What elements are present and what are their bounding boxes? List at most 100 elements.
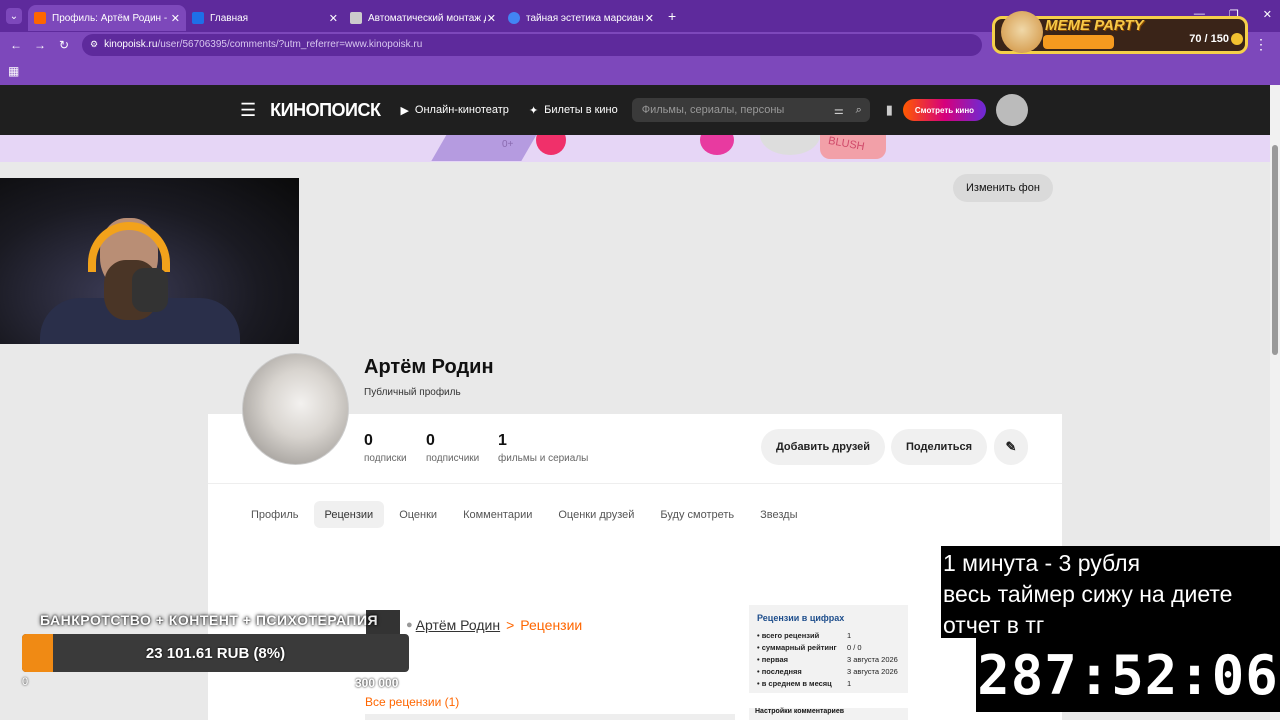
review-stats-title: Рецензии в цифрах: [757, 613, 845, 623]
timer-rules-box: 1 минута - 3 рубля весь таймер сижу на д…: [941, 546, 1280, 638]
browser-tab-3[interactable]: Автоматический монтаж для видео ✕: [344, 5, 502, 31]
app-favicon-icon: [350, 12, 362, 24]
tab-profile[interactable]: Профиль: [240, 501, 310, 528]
search-placeholder: Фильмы, сериалы, персоны: [641, 104, 785, 116]
microphone-shape: [132, 268, 168, 312]
countdown-timer: 287:52:06: [976, 638, 1280, 712]
stats-row: • в среднем в месяц 1: [757, 677, 900, 689]
search-icon[interactable]: ⌕: [856, 104, 862, 117]
ad-banner[interactable]: 0+ BLUSH: [0, 135, 1270, 162]
banner-shape: [431, 135, 539, 161]
scrollbar-thumb[interactable]: [1272, 145, 1278, 355]
stat-films[interactable]: 1 фильмы и сериалы: [498, 432, 588, 464]
change-background-button[interactable]: Изменить фон: [953, 174, 1053, 202]
stat-label: фильмы и сериалы: [498, 453, 589, 464]
tickets-label: Билеты в кино: [544, 104, 618, 116]
kinopoisk-logo[interactable]: КИНОПОИСК: [270, 100, 381, 121]
tab-title: Главная: [210, 12, 249, 24]
close-tab-icon[interactable]: ✕: [171, 12, 180, 25]
tab-watchlist[interactable]: Буду смотреть: [649, 501, 745, 528]
browser-tab-2[interactable]: Главная ✕: [186, 5, 344, 31]
all-reviews-link[interactable]: Все рецензии (1): [365, 695, 459, 709]
banner-shape: [700, 135, 734, 155]
meme-party-title: MEME PARTY: [1045, 17, 1144, 34]
timer-rule-line: отчет в тг: [943, 612, 1045, 638]
online-cinema-link[interactable]: ▶ Онлайн-кинотеатр: [400, 104, 509, 117]
tab-ratings[interactable]: Оценки: [388, 501, 448, 528]
stats-value: 1: [847, 630, 852, 640]
google-favicon-icon: [508, 12, 520, 24]
stat-value: 0: [364, 432, 373, 449]
profile-tabs: Профиль Рецензии Оценки Комментарии Оцен…: [240, 501, 809, 528]
play-icon: ▶: [400, 104, 409, 117]
tab-search-button[interactable]: ⌄: [6, 8, 22, 24]
meme-party-widget: MEME PARTY 70 / 150: [992, 11, 1248, 54]
donation-progress-bar: 23 101.61 RUB (8%): [22, 634, 409, 672]
tab-reviews[interactable]: Рецензии: [313, 501, 385, 528]
home-favicon-icon: [192, 12, 204, 24]
back-icon[interactable]: ←: [4, 38, 28, 52]
stats-row: • суммарный рейтинг 0 / 0: [757, 641, 900, 653]
stats-value: 3 августа 2026: [847, 654, 898, 664]
stats-key: • последняя: [757, 666, 802, 676]
stat-subscribers[interactable]: 0 подписчики: [426, 432, 479, 464]
close-tab-icon[interactable]: ✕: [329, 12, 338, 25]
kinopoisk-header: ☰ КИНОПОИСК ▶ Онлайн-кинотеатр ✦ Билеты …: [0, 85, 1270, 135]
tab-title: тайная эстетика марсианских: [526, 12, 644, 24]
stats-value: 3 августа 2026: [847, 666, 898, 676]
coin-icon: [1231, 33, 1243, 45]
stats-value: 1: [847, 678, 852, 688]
reload-icon[interactable]: ↻: [52, 38, 76, 52]
breadcrumb-separator: >: [506, 617, 515, 633]
share-button[interactable]: Поделиться: [891, 429, 987, 465]
stats-key: • всего рецензий: [757, 630, 820, 640]
tab-title: Профиль: Артём Родин - Рецензии: [52, 12, 170, 24]
close-tab-icon[interactable]: ✕: [487, 12, 496, 25]
filter-icon[interactable]: ⚌: [834, 104, 844, 117]
profile-avatar[interactable]: [242, 353, 349, 465]
tab-stars[interactable]: Звезды: [749, 501, 808, 528]
bookmark-icon[interactable]: ▮: [886, 102, 893, 118]
user-icon: ●: [406, 619, 413, 631]
breadcrumb-user-link[interactable]: Артём Родин: [416, 617, 500, 633]
header-avatar[interactable]: [996, 94, 1029, 126]
ticket-icon: ✦: [528, 104, 539, 117]
apps-grid-icon[interactable]: ▦: [8, 64, 19, 78]
stats-value: 0 / 0: [847, 642, 862, 652]
online-cinema-label: Онлайн-кинотеатр: [414, 104, 509, 116]
site-info-icon[interactable]: ⚙: [90, 39, 98, 50]
add-friends-button[interactable]: Добавить друзей: [761, 429, 885, 465]
stats-row: • последняя 3 августа 2026: [757, 665, 900, 677]
edit-pencil-icon[interactable]: ✎: [994, 429, 1028, 465]
comment-settings-box: Настройки комментариев: [749, 708, 908, 720]
url-field[interactable]: ⚙ kinopoisk.ru /user/56706395/comments/?…: [82, 33, 982, 56]
menu-burger-icon[interactable]: ☰: [240, 100, 256, 121]
profile-name: Артём Родин: [364, 356, 494, 378]
watch-movies-button[interactable]: Смотреть кино: [902, 99, 987, 121]
browser-tab-1[interactable]: Профиль: Артём Родин - Рецензии ✕: [28, 5, 186, 31]
timer-rule-line: 1 минута - 3 рубля: [943, 550, 1141, 576]
tab-comments[interactable]: Комментарии: [452, 501, 543, 528]
breadcrumb-reviews: Рецензии: [520, 617, 583, 633]
close-tab-icon[interactable]: ✕: [645, 12, 654, 25]
stat-subscriptions[interactable]: 0 подписки: [364, 432, 407, 464]
age-rating: 0+: [502, 139, 514, 150]
url-path: /user/56706395/comments/?utm_referrer=ww…: [157, 39, 423, 50]
tab-title: Автоматический монтаж для видео: [368, 12, 486, 24]
stat-label: подписчики: [426, 453, 480, 464]
tab-friends-ratings[interactable]: Оценки друзей: [547, 501, 645, 528]
review-stats-box: Рецензии в цифрах • всего рецензий 1 • су…: [749, 605, 908, 693]
menu-dots-icon[interactable]: ⋮: [1254, 36, 1268, 53]
meme-party-count: 70 / 150: [1189, 33, 1229, 45]
new-tab-icon[interactable]: +: [668, 8, 676, 24]
tickets-link[interactable]: ✦ Билеты в кино: [529, 104, 618, 117]
search-input[interactable]: Фильмы, сериалы, персоны ⚌ ⌕: [631, 98, 870, 122]
browser-tab-4[interactable]: тайная эстетика марсианских ✕: [502, 5, 660, 31]
reviews-filter-bar: [365, 714, 735, 720]
banner-shape: [536, 135, 566, 155]
close-window-icon[interactable]: ✕: [1263, 8, 1272, 21]
profile-type: Публичный профиль: [364, 387, 461, 398]
forward-icon[interactable]: →: [28, 38, 52, 52]
doge-icon: [1001, 11, 1043, 53]
stat-value: 0: [426, 432, 435, 449]
